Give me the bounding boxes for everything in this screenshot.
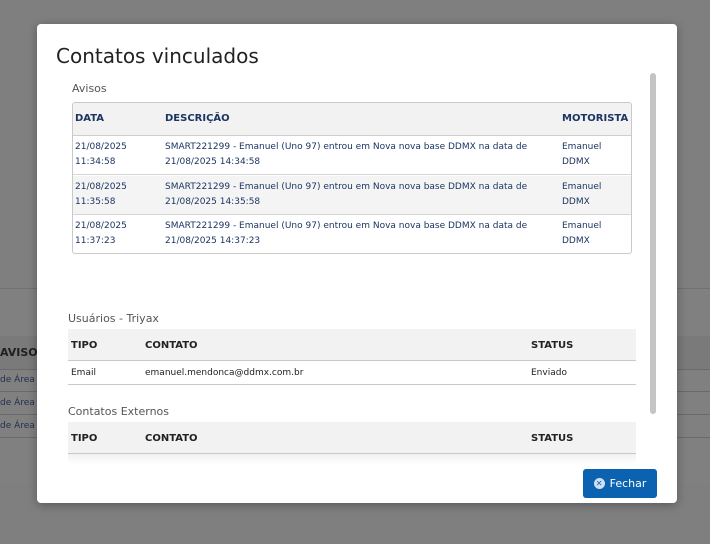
externos-label: Contatos Externos (68, 405, 170, 418)
header-status: STATUS (531, 340, 574, 351)
usuarios-table-header: TIPO CONTATO STATUS (68, 329, 636, 361)
header-tipo: TIPO (71, 340, 98, 351)
row-description: SMART221299 - Emanuel (Uno 97) entrou em… (165, 142, 528, 167)
header-contato: CONTATO (145, 340, 198, 351)
close-circle-icon: ✕ (593, 478, 605, 489)
header-motorista: MOTORISTA (562, 113, 629, 124)
row-date: 21/08/2025 11:37:23 (75, 221, 127, 246)
row-driver: Emanuel DDMX (562, 182, 602, 207)
externos-table-header: TIPO CONTATO STATUS (68, 422, 636, 454)
modal-title: Contatos vinculados (56, 44, 259, 68)
table-row[interactable]: 21/08/2025 11:35:58 SMART221299 - Emanuel… (73, 176, 631, 215)
row-driver: Emanuel DDMX (562, 221, 602, 246)
table-row[interactable]: Email emanuel.mendonca@ddmx.com.br Envia… (68, 362, 636, 385)
row-driver: Emanuel DDMX (562, 142, 602, 167)
scroll-fade (68, 454, 636, 464)
row-description: SMART221299 - Emanuel (Uno 97) entrou em… (165, 182, 528, 207)
row-status: Enviado (531, 368, 567, 378)
row-tipo: Email (71, 368, 96, 378)
modal-scrollbar-thumb[interactable] (650, 73, 656, 414)
header-tipo: TIPO (71, 433, 98, 444)
contacts-modal: Contatos vinculados Avisos DATA DESCRIÇÃ… (37, 24, 677, 503)
header-contato: CONTATO (145, 433, 198, 444)
table-row[interactable]: 21/08/2025 11:34:58 SMART221299 - Emanuel… (73, 136, 631, 175)
usuarios-table: TIPO CONTATO STATUS Email emanuel.mendon… (68, 329, 636, 386)
usuarios-label: Usuários - Triyax (68, 312, 159, 325)
avisos-label: Avisos (72, 82, 107, 95)
row-description: SMART221299 - Emanuel (Uno 97) entrou em… (165, 221, 528, 246)
table-row[interactable]: 21/08/2025 11:37:23 SMART221299 - Emanuel… (73, 215, 631, 253)
header-descricao: DESCRIÇÃO (165, 113, 230, 124)
avisos-table: DATA DESCRIÇÃO MOTORISTA 21/08/2025 11:34… (72, 102, 632, 254)
header-data: DATA (75, 113, 105, 124)
externos-table: TIPO CONTATO STATUS (68, 422, 636, 455)
row-date: 21/08/2025 11:34:58 (75, 142, 127, 167)
row-date: 21/08/2025 11:35:58 (75, 182, 127, 207)
background-column-aviso: AVISO (0, 346, 38, 359)
header-status: STATUS (531, 433, 574, 444)
avisos-table-header: DATA DESCRIÇÃO MOTORISTA (73, 103, 631, 136)
row-contato: emanuel.mendonca@ddmx.com.br (145, 368, 304, 378)
close-button-label: Fechar (609, 477, 647, 490)
close-button[interactable]: ✕ Fechar (583, 469, 657, 498)
